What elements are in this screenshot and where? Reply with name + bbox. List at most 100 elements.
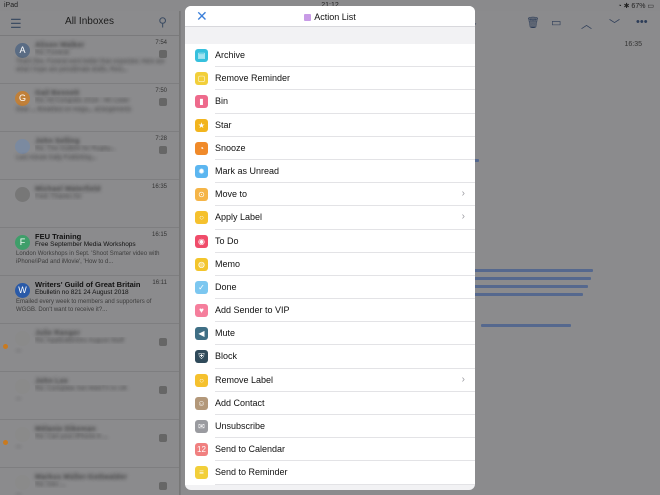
message-subject: Fwd: Thanks for (35, 193, 82, 200)
action-item-label: Remove Label (215, 374, 274, 385)
message-list: A Alison Walker 7:54 Re: Funeral That's fine… (0, 36, 179, 495)
action-item-archive[interactable]: ▤ Archive (185, 44, 475, 68)
message-sender: Writers' Guild of Great Britain (35, 280, 141, 289)
action-item-label: Archive (215, 50, 246, 60)
message-time: 7:50 (155, 88, 167, 94)
action-item-to-do[interactable]: ◉ To Do (185, 230, 475, 253)
more-icon[interactable]: ••• (636, 16, 648, 28)
row-divider (215, 483, 475, 485)
message-row[interactable]: John Lee Re: Complete Set WebTV in UK... (0, 372, 179, 420)
message-preview: ... (16, 443, 22, 449)
action-item-move-to[interactable]: ⊙ Move to › (185, 183, 475, 207)
action-item-label: Mute (215, 328, 236, 339)
sheet-title-label: Action List (314, 12, 356, 22)
avatar: W (15, 283, 30, 298)
memo-icon: ◍ (195, 257, 208, 271)
battery-percent: 67% (631, 3, 646, 10)
chevron-right-icon: › (461, 373, 465, 385)
message-row[interactable]: John Selling 7:28 Re: The Outline for Rugb… (0, 132, 179, 180)
action-item-unsubscribe[interactable]: ✉ Unsubscribe (185, 415, 475, 439)
trash-icon[interactable]: 🗑 (526, 16, 540, 29)
text-line (481, 324, 571, 327)
message-row[interactable]: Mélanie Dikeman Re: Can your iPhone 8 ...… (0, 420, 179, 468)
message-row[interactable]: G Gail Bennett 7:50 Re: All Congrats 2018 -… (0, 84, 179, 132)
unsubscribe-icon: ✉ (195, 420, 208, 433)
block-icon: ⛨ (195, 350, 208, 364)
action-item-star[interactable]: ★ Star (185, 114, 475, 137)
action-item-label: Snooze (215, 142, 246, 153)
message-time: 16:35 (151, 184, 167, 190)
message-row[interactable]: A Alison Walker 7:54 Re: Funeral That's fine… (0, 36, 179, 84)
action-item-remove-label[interactable]: ○ Remove Label › (185, 369, 475, 392)
avatar (15, 187, 30, 202)
text-line (473, 293, 583, 296)
action-item-apply-label[interactable]: ○ Apply Label › (185, 206, 475, 230)
action-item-label: Apply Label (215, 212, 263, 223)
chevron-up-icon[interactable]: ︿ (581, 16, 592, 32)
message-row[interactable]: W Writers' Guild of Great Britain 16:11 Ebu… (0, 276, 179, 324)
message-preview: Emailed every week to members and suppor… (16, 299, 152, 313)
action-item-done[interactable]: ✓ Done (185, 276, 475, 300)
action-item-add-sender-to-vip[interactable]: ♥ Add Sender to VIP (185, 299, 475, 323)
action-list-sheet: ✕ Action List ▤ Archive ▢ Remove Reminder ▮ B… (185, 6, 475, 490)
message-subject: Re: The Outline for Rugby... (35, 145, 116, 152)
message-sender: FEU Training (35, 232, 82, 241)
reminder-icon: ≡ (195, 466, 208, 480)
action-item-send-to-reminder[interactable]: ≡ Send to Reminder (185, 461, 475, 485)
action-item-bin[interactable]: ▮ Bin (185, 90, 475, 114)
action-item-label: Send to Calendar (215, 444, 286, 455)
message-row[interactable]: Markus Müller-Gottwalder Re: Dev ...... (0, 468, 179, 495)
inbox-header: ☰ All Inboxes ⚲ (0, 11, 179, 36)
message-sender: John Lee (35, 376, 68, 385)
action-item-label: To Do (215, 235, 239, 246)
reader-time: 16:35 (624, 41, 642, 48)
action-item-label: Memo (215, 258, 241, 269)
message-subject: Re: Complete Set WebTV in UK (35, 385, 128, 392)
unread-dot (3, 344, 8, 349)
action-item-add-contact[interactable]: ☺ Add Contact (185, 392, 475, 415)
action-list-icon (304, 14, 312, 21)
search-icon[interactable]: ⚲ (158, 15, 167, 29)
mark-unread-icon: ✹ (195, 164, 208, 178)
chevron-right-icon: › (461, 211, 465, 223)
sheet-header: ✕ Action List (185, 6, 475, 27)
window-icon[interactable]: ▭ (551, 16, 561, 29)
text-line (473, 269, 593, 272)
avatar (15, 379, 30, 394)
snooze-icon: ◔ (195, 141, 208, 155)
action-item-label: Move to (215, 189, 248, 200)
count-badge (159, 386, 167, 394)
action-item-mark-as-unread[interactable]: ✹ Mark as Unread (185, 160, 475, 184)
move-to-icon: ⊙ (195, 188, 208, 202)
action-item-mute[interactable]: ◀ Mute (185, 322, 475, 346)
message-row[interactable]: Julie Ranger Re: ApplicationInc August St… (0, 324, 179, 372)
action-item-memo[interactable]: ◍ Memo (185, 253, 475, 276)
action-item-block[interactable]: ⛨ Block (185, 345, 475, 369)
message-preview: London Workshops in Sept. 'Shoot Smarter… (16, 251, 160, 265)
star-icon: ★ (195, 118, 208, 132)
message-subject: Free September Media Workshops (35, 241, 136, 248)
message-time: 7:54 (155, 40, 167, 46)
message-row[interactable]: F FEU Training 16:15 Free September Media W… (0, 228, 179, 276)
action-item-label: Send to Reminder (215, 467, 288, 478)
message-row[interactable]: Michael Waterfield 16:35 Fwd: Thanks for (0, 180, 179, 228)
count-badge (159, 146, 167, 154)
message-preview: ... (16, 347, 22, 353)
battery-label: ◔ ✱ 67% ▭ (617, 3, 654, 10)
chevron-down-icon[interactable]: ﹀ (609, 16, 620, 32)
inbox-title: All Inboxes (65, 16, 114, 27)
message-sender: Alison Walker (35, 40, 85, 49)
archive-icon: ▤ (195, 49, 208, 62)
action-item-send-to-calendar[interactable]: 12 Send to Calendar (185, 438, 475, 462)
action-list: ▤ Archive ▢ Remove Reminder ▮ Bin ★ Star ◔ Snooze… (185, 44, 475, 485)
action-item-remove-reminder[interactable]: ▢ Remove Reminder (185, 67, 475, 91)
action-item-snooze[interactable]: ◔ Snooze (185, 137, 475, 160)
bin-icon: ▮ (195, 95, 208, 109)
avatar (15, 427, 30, 442)
avatar: A (15, 43, 30, 58)
add-contact-icon: ☺ (195, 396, 208, 410)
action-item-label: Done (215, 281, 237, 292)
message-preview: ... (16, 491, 22, 495)
message-subject: Re: Funeral (35, 49, 69, 56)
